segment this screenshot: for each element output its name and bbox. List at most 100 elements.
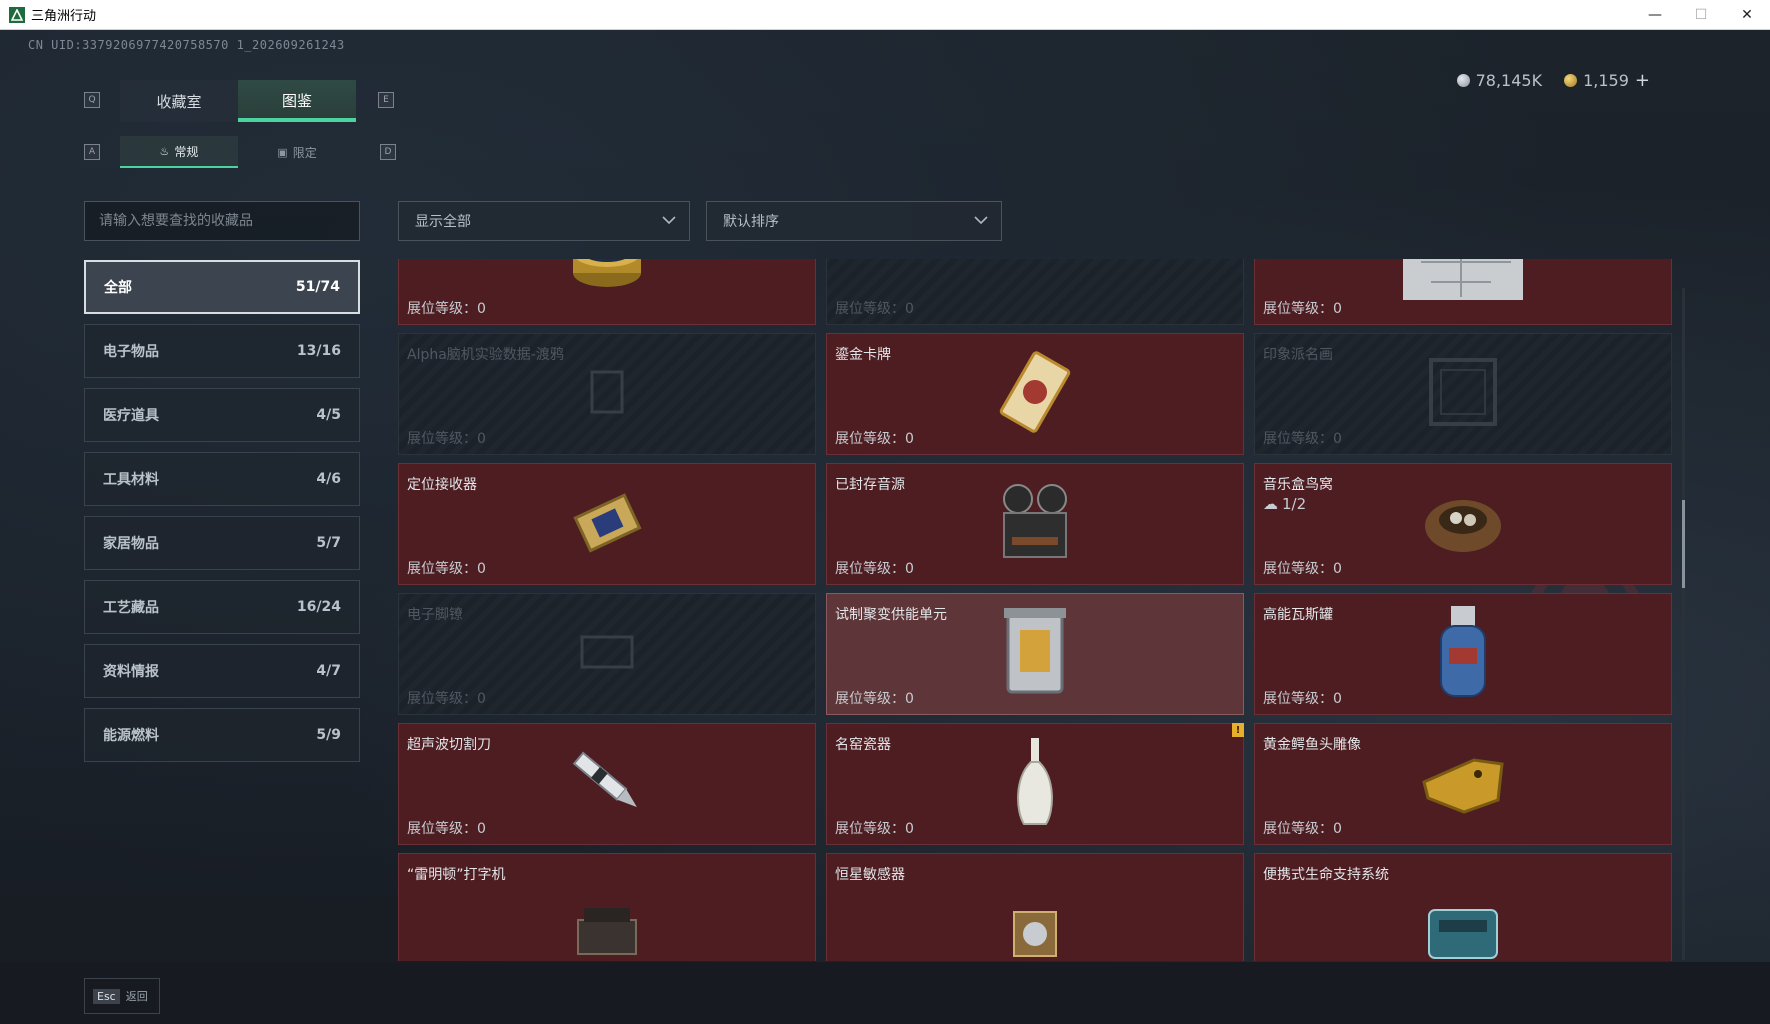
minimize-button[interactable]: — (1632, 0, 1678, 30)
fusion-cell-icon (1000, 602, 1070, 706)
item-card[interactable]: 展位等级：0 (398, 259, 816, 325)
category-all[interactable]: 全部 51/74 (84, 260, 360, 314)
gas-canister-icon (1433, 604, 1493, 704)
category-count: 5/7 (316, 535, 341, 551)
filter-dropdown-value: 显示全部 (415, 214, 471, 230)
add-currency-button[interactable]: + (1635, 70, 1650, 91)
grid-scrollbar[interactable] (1682, 288, 1685, 960)
category-count: 16/24 (296, 599, 341, 615)
key-hint-e: E (378, 92, 394, 108)
tab-regular[interactable]: ♨ 常规 (120, 136, 238, 168)
close-button[interactable]: ✕ (1724, 0, 1770, 30)
tab-limited[interactable]: ▣ 限定 (238, 136, 356, 168)
item-card[interactable]: 定位接收器 展位等级：0 (398, 463, 816, 585)
display-level: 展位等级：0 (1263, 431, 1342, 447)
esc-key-hint: Esc (93, 988, 120, 1004)
item-card[interactable]: 印象派名画 展位等级：0 (1254, 333, 1672, 455)
life-support-icon (1423, 902, 1503, 961)
display-level: 展位等级：0 (835, 821, 914, 837)
cloud-icon: ☁ (1263, 495, 1278, 513)
sub-tabs: ♨ 常规 ▣ 限定 (120, 136, 356, 168)
item-card[interactable]: 音乐盒鸟窝 ☁ 1/2 展位等级：0 (1254, 463, 1672, 585)
back-button[interactable]: Esc 返回 (84, 978, 160, 1014)
tab-codex[interactable]: 图鉴 (238, 80, 356, 122)
category-count: 4/5 (316, 407, 341, 423)
search-input[interactable] (84, 201, 360, 241)
image-icon: ▣ (277, 145, 288, 159)
star-sensor-icon (1000, 902, 1070, 961)
item-card[interactable]: ! 名窑瓷器 展位等级：0 (826, 723, 1244, 845)
ultrasonic-knife-icon (562, 737, 652, 831)
item-card[interactable]: Alpha脑机实验数据-渡鸦 展位等级：0 (398, 333, 816, 455)
reel-tape-recorder-icon (990, 477, 1080, 571)
item-card[interactable]: 鎏金卡牌 展位等级：0 (826, 333, 1244, 455)
display-level: 展位等级：0 (1263, 821, 1342, 837)
item-card[interactable]: 电子脚镣 展位等级：0 (398, 593, 816, 715)
filter-dropdown[interactable]: 显示全部 (398, 201, 690, 241)
category-fuel[interactable]: 能源燃料 5/9 (84, 708, 360, 762)
category-label: 全部 (104, 280, 132, 296)
gold-coin-icon (1564, 74, 1578, 87)
category-tools[interactable]: 工具材料 4/6 (84, 452, 360, 506)
item-card[interactable]: 黄金鳄鱼头雕像 展位等级：0 (1254, 723, 1672, 845)
silver-currency: 78,145K (1456, 71, 1543, 90)
item-name: 印象派名画 (1263, 347, 1333, 363)
display-level: 展位等级：0 (835, 301, 914, 317)
category-label: 工具材料 (103, 472, 159, 488)
currency-display: 78,145K 1,159 + (1456, 70, 1650, 91)
category-count: 5/9 (316, 727, 341, 743)
category-crafts[interactable]: 工艺藏品 16/24 (84, 580, 360, 634)
window-titlebar: 三角洲行动 — ☐ ✕ (0, 0, 1770, 30)
item-card[interactable]: 便携式生命支持系统 (1254, 853, 1672, 961)
item-name: 黄金鳄鱼头雕像 (1263, 737, 1361, 753)
display-level: 展位等级：0 (835, 431, 914, 447)
item-card[interactable]: 超声波切割刀 展位等级：0 (398, 723, 816, 845)
tab-regular-label: 常规 (174, 144, 199, 159)
display-level: 展位等级：0 (1263, 561, 1342, 577)
porcelain-vase-icon (1010, 734, 1060, 834)
item-card[interactable]: 展位等级：0 (1254, 259, 1672, 325)
item-name: 定位接收器 (407, 477, 477, 493)
sort-dropdown[interactable]: 默认排序 (706, 201, 1002, 241)
gold-currency: 1,159 + (1564, 70, 1650, 91)
item-card[interactable]: 试制聚变供能单元 展位等级：0 (826, 593, 1244, 715)
item-card[interactable]: 高能瓦斯罐 展位等级：0 (1254, 593, 1672, 715)
category-label: 工艺藏品 (103, 600, 159, 616)
key-hint-a: A (84, 144, 100, 160)
item-card[interactable]: 恒星敏感器 (826, 853, 1244, 961)
silver-amount: 78,145K (1475, 71, 1543, 90)
key-hint-d: D (380, 144, 396, 160)
category-electronics[interactable]: 电子物品 13/16 (84, 324, 360, 378)
item-progress: ☁ 1/2 (1263, 495, 1306, 513)
item-card[interactable]: 已封存音源 展位等级：0 (826, 463, 1244, 585)
sort-dropdown-value: 默认排序 (723, 214, 779, 230)
tab-limited-label: 限定 (292, 145, 317, 160)
scrollbar-thumb[interactable] (1682, 500, 1685, 588)
category-household[interactable]: 家居物品 5/7 (84, 516, 360, 570)
golden-crocodile-icon (1418, 742, 1508, 826)
caviar-tin-icon (567, 259, 647, 301)
item-card[interactable]: “雷明顿”打字机 (398, 853, 816, 961)
gold-amount: 1,159 (1583, 71, 1629, 90)
item-name: 已封存音源 (835, 477, 905, 493)
category-medical[interactable]: 医疗道具 4/5 (84, 388, 360, 442)
display-level: 展位等级：0 (407, 821, 486, 837)
painting-frame-icon (1423, 352, 1503, 436)
category-intel[interactable]: 资料情报 4/7 (84, 644, 360, 698)
category-count: 4/7 (316, 663, 341, 679)
category-label: 能源燃料 (103, 728, 159, 744)
item-name: 鎏金卡牌 (835, 347, 891, 363)
display-level: 展位等级：0 (407, 561, 486, 577)
window-title: 三角洲行动 (31, 9, 97, 24)
maximize-button[interactable]: ☐ (1678, 0, 1724, 30)
flame-icon: ♨ (159, 144, 170, 158)
item-card[interactable]: 展位等级：0 (826, 259, 1244, 325)
game-screen: CN UID:3379206977420758570 1_20260926124… (0, 30, 1770, 1024)
bottom-bar (0, 962, 1770, 1024)
display-level: 展位等级：0 (407, 301, 486, 317)
warning-badge: ! (1232, 723, 1244, 737)
player-uid: CN UID:3379206977420758570 1_20260926124… (28, 38, 345, 52)
tab-collection-room[interactable]: 收藏室 (120, 80, 238, 122)
item-progress-value: 1/2 (1282, 495, 1307, 513)
category-label: 资料情报 (103, 664, 159, 680)
